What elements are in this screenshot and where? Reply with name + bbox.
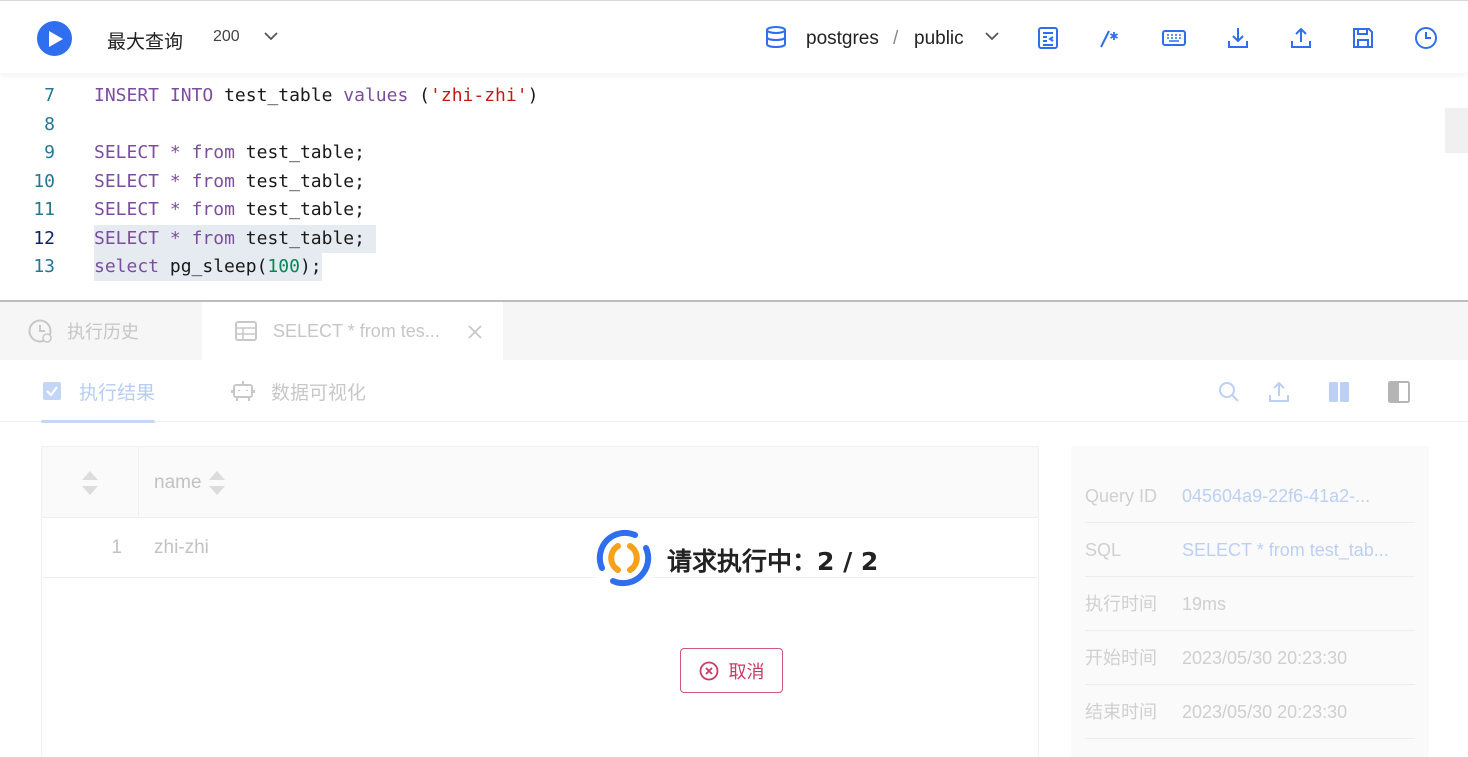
info-key: SQL bbox=[1085, 540, 1122, 560]
result-subtabs: 执行结果 数据可视化 bbox=[0, 360, 1468, 423]
editor-line[interactable]: 12 SELECT * from test_table; bbox=[0, 225, 1440, 253]
path-separator: / bbox=[893, 28, 899, 49]
sql-value[interactable]: SELECT * from test_tab... bbox=[1182, 523, 1389, 577]
close-circle-icon bbox=[699, 661, 718, 680]
max-query-value[interactable]: 200 bbox=[213, 28, 240, 46]
info-key: 执行时间 bbox=[1085, 594, 1157, 614]
chevron-down-icon[interactable] bbox=[984, 28, 1000, 44]
info-value: 19ms bbox=[1182, 594, 1227, 614]
sql-editor[interactable]: 7 INSERT INTO test_table values ('zhi-zh… bbox=[0, 73, 1468, 301]
column-header-label: name bbox=[154, 471, 202, 493]
cancel-button[interactable]: 取消 bbox=[680, 648, 783, 693]
query-toolbar: 最大查询 200 postgres / public bbox=[0, 0, 1468, 73]
line-number: 9 bbox=[44, 142, 55, 163]
sort-icon bbox=[82, 470, 98, 495]
line-number: 13 bbox=[33, 256, 55, 277]
editor-scrollbar[interactable] bbox=[1445, 108, 1468, 153]
line-number: 7 bbox=[44, 85, 55, 106]
info-key: 结束时间 bbox=[1085, 702, 1157, 722]
info-row: 开始时间 2023/05/30 20:23:30 bbox=[1085, 631, 1415, 685]
format-icon[interactable] bbox=[1036, 26, 1060, 50]
info-key: 开始时间 bbox=[1085, 648, 1157, 668]
keyboard-icon[interactable] bbox=[1162, 26, 1186, 50]
tab-query-result[interactable]: SELECT * from tes... bbox=[202, 302, 503, 360]
search-icon[interactable] bbox=[1217, 380, 1241, 404]
run-button[interactable] bbox=[37, 21, 72, 56]
split-view-icon[interactable] bbox=[1327, 380, 1351, 404]
save-icon[interactable] bbox=[1351, 26, 1375, 50]
subtab-data-visualization[interactable]: 数据可视化 bbox=[231, 360, 366, 422]
download-icon[interactable] bbox=[1226, 26, 1250, 50]
close-icon[interactable] bbox=[467, 324, 483, 340]
result-grid: name 1 zhi-zhi bbox=[41, 446, 1039, 757]
tab-result-label: SELECT * from tes... bbox=[273, 320, 440, 341]
checkbox-icon bbox=[43, 382, 61, 400]
database-name[interactable]: postgres bbox=[806, 28, 879, 50]
table-row[interactable]: 1 zhi-zhi bbox=[42, 518, 1038, 578]
export-icon[interactable] bbox=[1267, 380, 1291, 404]
line-number: 12 bbox=[33, 228, 55, 249]
schema-name[interactable]: public bbox=[914, 28, 964, 50]
query-info-panel: Query ID 045604a9-22f6-41a2-... SQL SELE… bbox=[1071, 446, 1429, 757]
info-value: 2023/05/30 20:23:30 bbox=[1182, 702, 1348, 722]
sort-icon bbox=[208, 470, 225, 495]
info-row: 结束时间 2023/05/30 20:23:30 bbox=[1085, 685, 1415, 739]
loading-spinner-icon bbox=[590, 524, 658, 592]
tab-history[interactable]: 执行历史 bbox=[0, 302, 202, 360]
loading-status-text: 请求执行中：2 / 2 bbox=[667, 547, 879, 576]
row-index: 1 bbox=[111, 537, 122, 558]
editor-line[interactable]: 7 INSERT INTO test_table values ('zhi-zh… bbox=[0, 82, 1440, 110]
tab-history-label: 执行历史 bbox=[67, 322, 139, 343]
play-icon bbox=[49, 30, 63, 47]
column-header-name[interactable]: name bbox=[154, 447, 226, 518]
line-number: 8 bbox=[44, 114, 55, 135]
chart-robot-icon bbox=[231, 381, 255, 401]
query-id-value[interactable]: 045604a9-22f6-41a2-... bbox=[1182, 469, 1370, 523]
editor-line[interactable]: 8 bbox=[0, 111, 1440, 139]
info-row: SQL SELECT * from test_tab... bbox=[1085, 523, 1415, 577]
table-icon bbox=[235, 321, 257, 341]
editor-line[interactable]: 10 SELECT * from test_table; bbox=[0, 168, 1440, 196]
history-icon bbox=[28, 319, 52, 343]
upload-icon[interactable] bbox=[1289, 26, 1313, 50]
chevron-down-icon[interactable] bbox=[263, 28, 279, 44]
info-key: Query ID bbox=[1085, 486, 1158, 506]
comment-icon[interactable] bbox=[1097, 26, 1121, 50]
panel-splitter[interactable] bbox=[0, 300, 1468, 302]
subtab-result-label: 执行结果 bbox=[79, 381, 156, 404]
history-clock-icon[interactable] bbox=[1414, 26, 1438, 50]
line-number: 11 bbox=[33, 199, 55, 220]
info-value: 2023/05/30 20:23:30 bbox=[1182, 648, 1348, 668]
grid-header: name bbox=[42, 447, 1038, 518]
subtab-execution-result[interactable]: 执行结果 bbox=[41, 360, 156, 423]
line-number: 10 bbox=[33, 171, 55, 192]
panel-layout-icon[interactable] bbox=[1387, 380, 1411, 404]
index-column-header[interactable] bbox=[42, 447, 139, 518]
result-tab-bar: 执行历史 SELECT * from tes... bbox=[0, 302, 1468, 360]
subtab-visualize-label: 数据可视化 bbox=[271, 381, 367, 404]
cell-value[interactable]: zhi-zhi bbox=[154, 518, 209, 578]
cancel-label: 取消 bbox=[728, 661, 765, 683]
editor-line[interactable]: 11 SELECT * from test_table; bbox=[0, 196, 1440, 224]
editor-line[interactable]: 9 SELECT * from test_table; bbox=[0, 139, 1440, 167]
info-row: Query ID 045604a9-22f6-41a2-... bbox=[1085, 469, 1415, 523]
editor-line[interactable]: 13 select pg_sleep(100); bbox=[0, 253, 1440, 281]
max-query-label: 最大查询 bbox=[107, 31, 184, 53]
database-icon bbox=[766, 26, 786, 49]
info-row: 执行时间 19ms bbox=[1085, 577, 1415, 631]
